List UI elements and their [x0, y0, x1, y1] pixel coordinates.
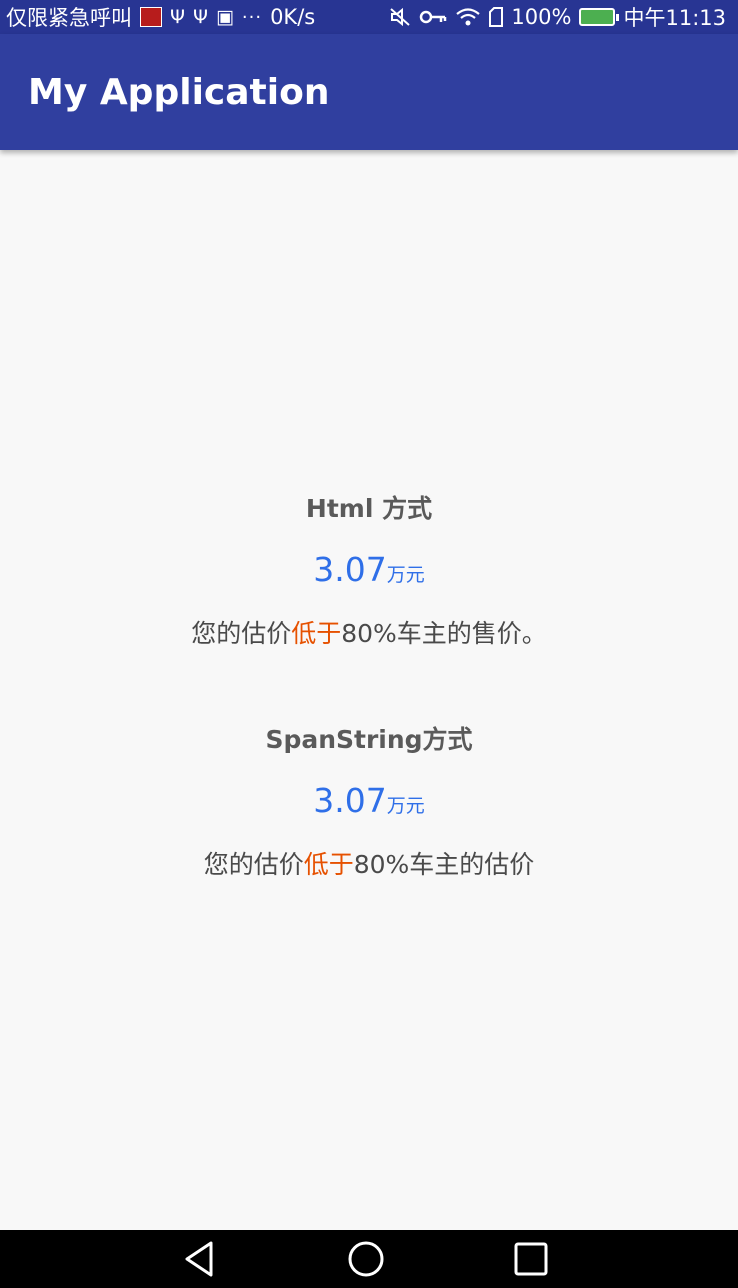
desc-prefix: 您的估价	[203, 850, 304, 879]
clock: 中午11:13	[623, 6, 726, 30]
app-icon: ▣	[215, 5, 234, 28]
desc-suffix: 80%车主的估价	[353, 850, 535, 879]
price-unit: 万元	[386, 795, 425, 817]
status-bar-left: 仅限紧急呼叫 Ψ Ψ ▣ ··· 0K/s	[6, 2, 315, 32]
recents-icon[interactable]	[511, 1239, 551, 1279]
estimate-description: 您的估价低于80%车主的售价。	[0, 616, 738, 652]
carrier-text: 仅限紧急呼叫	[6, 6, 132, 30]
desc-highlight: 低于	[303, 850, 354, 879]
home-icon[interactable]	[346, 1239, 386, 1279]
usb-icon: Ψ	[192, 5, 208, 28]
desc-prefix: 您的估价	[191, 619, 292, 648]
status-bar-right: 100% 中午11:13	[389, 2, 726, 32]
status-bar: 仅限紧急呼叫 Ψ Ψ ▣ ··· 0K/s 100% 中午11:13	[0, 0, 738, 34]
mute-icon	[390, 7, 411, 27]
usb-icon: Ψ	[170, 5, 185, 28]
navigation-bar	[0, 1230, 738, 1288]
more-icon: ···	[241, 6, 263, 28]
spanstring-section: SpanString方式 3.07万元 您的估价低于80%车主的估价	[0, 723, 738, 883]
network-speed: 0K/s	[270, 5, 316, 29]
price-value: 3.07	[313, 781, 387, 820]
price-text: 3.07万元	[0, 779, 738, 829]
desc-highlight: 低于	[291, 619, 342, 648]
sim-icon	[489, 7, 504, 27]
main-content: Html 方式 3.07万元 您的估价低于80%车主的售价。 SpanStrin…	[0, 150, 738, 1230]
estimate-description: 您的估价低于80%车主的估价	[0, 847, 738, 883]
battery-percent: 100%	[511, 5, 572, 29]
price-unit: 万元	[386, 564, 425, 586]
battery-icon	[579, 8, 620, 26]
price-text: 3.07万元	[0, 548, 738, 598]
key-icon	[420, 10, 447, 24]
app-bar: My Application	[0, 34, 738, 150]
section-title: Html 方式	[305, 494, 433, 523]
notification-badge-icon	[140, 7, 162, 27]
section-title: SpanString方式	[265, 725, 473, 754]
desc-suffix: 80%车主的售价。	[341, 619, 547, 648]
back-icon[interactable]	[181, 1239, 221, 1279]
app-title: My Application	[28, 71, 330, 113]
html-section: Html 方式 3.07万元 您的估价低于80%车主的售价。	[0, 492, 738, 652]
price-value: 3.07	[313, 550, 387, 589]
wifi-icon	[456, 8, 481, 26]
